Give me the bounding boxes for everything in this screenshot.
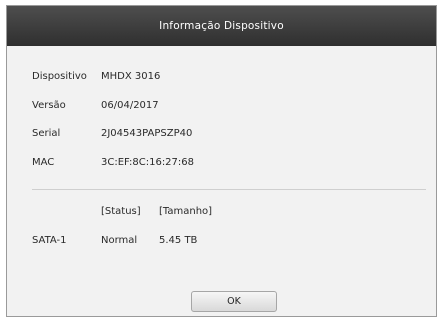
serial-value: 2J04543PAPSZP40 [101, 128, 193, 139]
version-value: 06/04/2017 [101, 100, 159, 111]
device-info-dialog: Informação Dispositivo Dispositivo MHDX … [6, 5, 437, 317]
device-label: Dispositivo [32, 71, 87, 82]
version-label: Versão [32, 100, 66, 111]
disk-size: 5.45 TB [159, 235, 198, 246]
storage-status-header: [Status] [101, 206, 141, 217]
storage-size-header: [Tamanho] [159, 206, 213, 217]
disk-status: Normal [101, 235, 138, 246]
dialog-title: Informação Dispositivo [159, 20, 284, 32]
mac-value: 3C:EF:8C:16:27:68 [101, 157, 195, 168]
dialog-titlebar: Informação Dispositivo [7, 6, 436, 46]
serial-label: Serial [32, 128, 61, 139]
ok-button[interactable]: OK [191, 291, 277, 312]
device-value: MHDX 3016 [101, 71, 161, 82]
section-divider [32, 189, 426, 190]
mac-label: MAC [32, 157, 55, 168]
disk-name: SATA-1 [32, 235, 67, 246]
